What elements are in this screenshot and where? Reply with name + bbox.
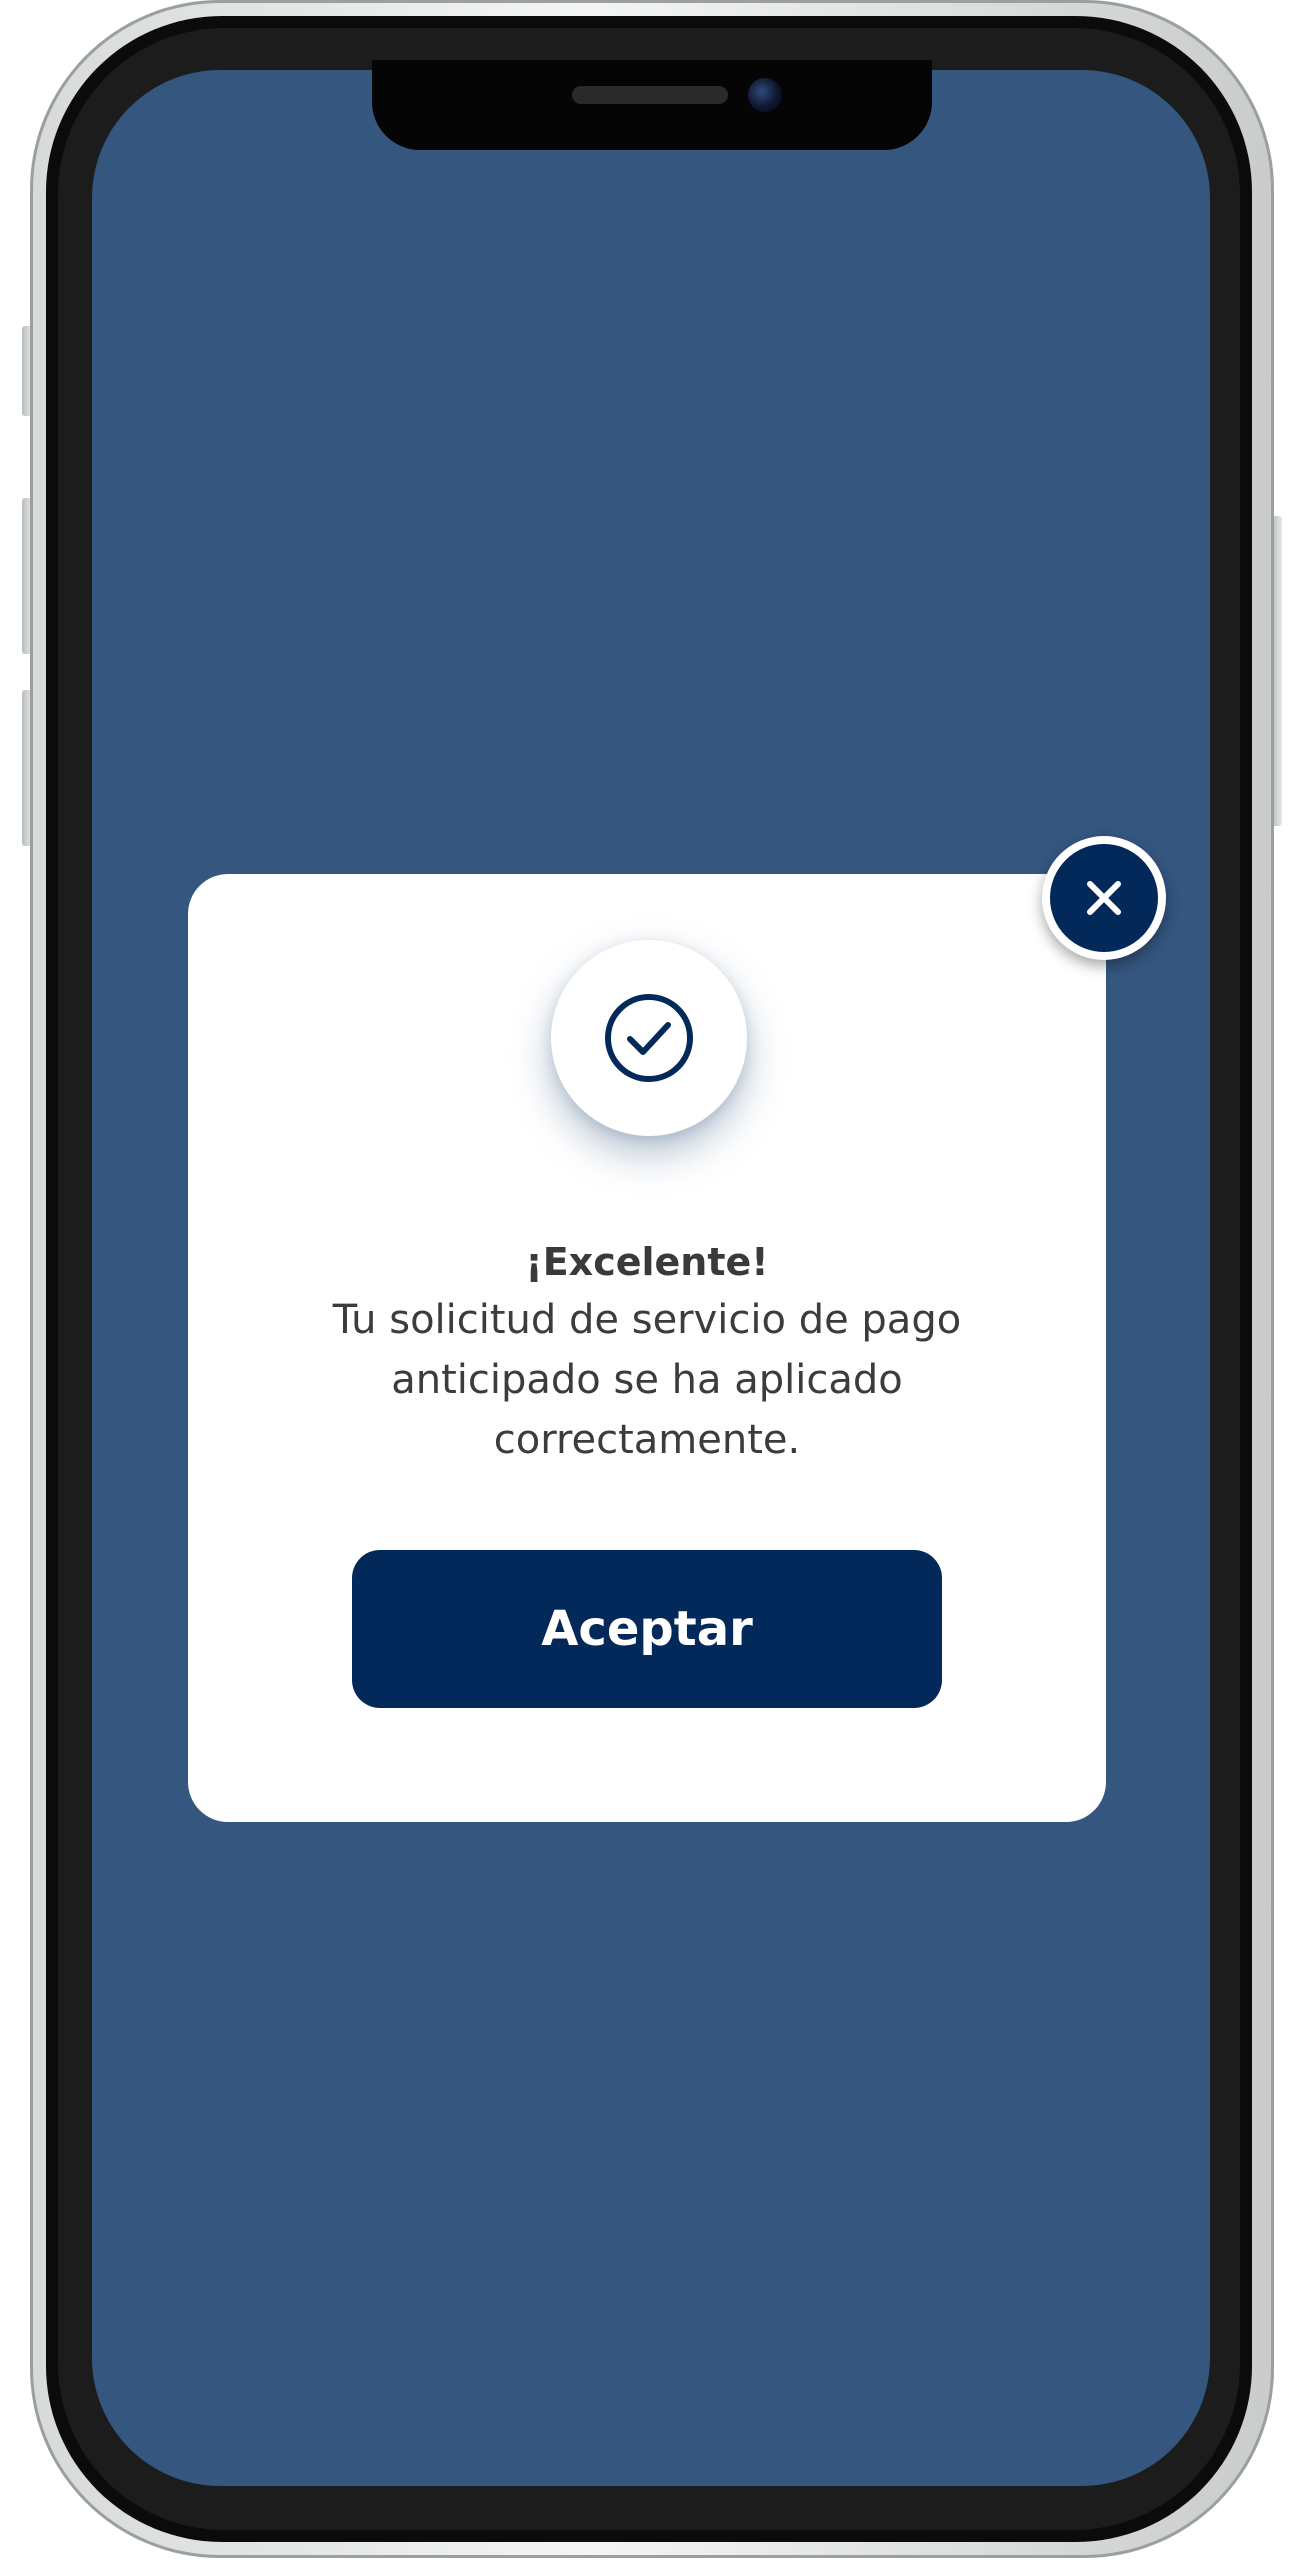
check-circle-icon bbox=[605, 994, 693, 1082]
accept-button[interactable]: Aceptar bbox=[352, 1550, 942, 1708]
earpiece-speaker bbox=[572, 86, 728, 104]
dialog-title: ¡Excelente! bbox=[525, 1240, 769, 1284]
close-button-face bbox=[1050, 844, 1158, 952]
phone-notch bbox=[372, 60, 932, 150]
dialog-message: Tu solicitud de servicio de pago anticip… bbox=[332, 1297, 962, 1463]
front-camera bbox=[748, 78, 782, 112]
page: ¡Excelente! Tu solicitud de servicio de … bbox=[0, 0, 1306, 2560]
close-icon bbox=[1087, 881, 1121, 915]
close-button[interactable] bbox=[1042, 836, 1166, 960]
success-badge bbox=[551, 940, 747, 1136]
